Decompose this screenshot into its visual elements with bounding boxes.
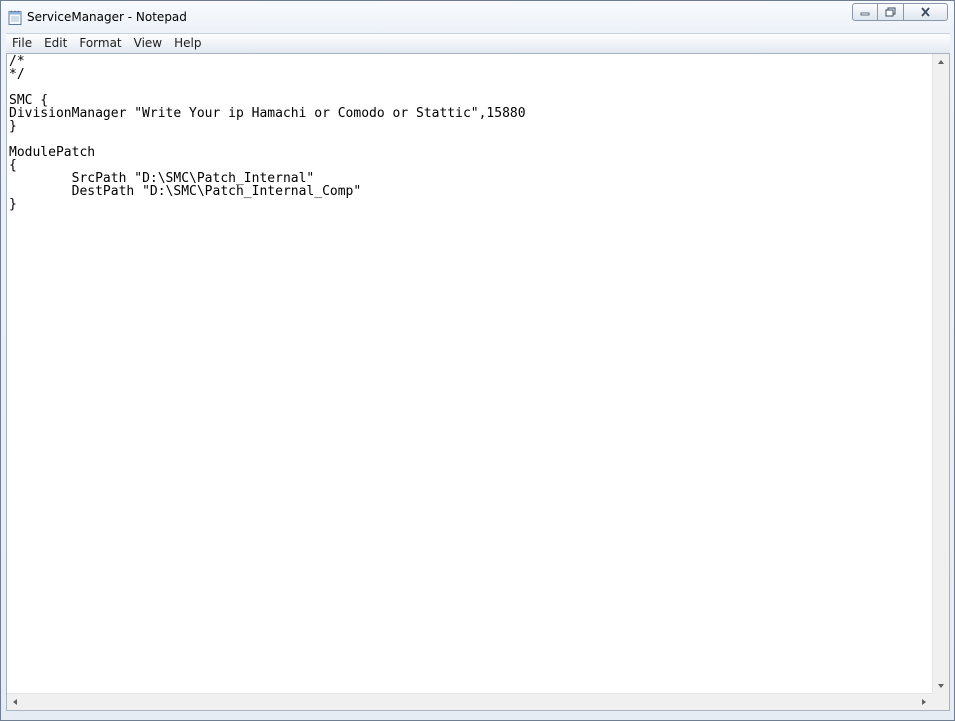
- text-editor[interactable]: /* */ SMC { DivisionManager "Write Your …: [6, 53, 950, 711]
- scroll-corner: [932, 693, 949, 710]
- horizontal-scrollbar[interactable]: [7, 693, 932, 710]
- document-content[interactable]: /* */ SMC { DivisionManager "Write Your …: [9, 55, 931, 211]
- menu-edit[interactable]: Edit: [38, 34, 73, 53]
- notepad-icon: [8, 10, 22, 25]
- caption-buttons: [852, 3, 948, 22]
- restore-button[interactable]: [878, 3, 904, 21]
- menu-format[interactable]: Format: [73, 34, 127, 53]
- menu-file[interactable]: File: [6, 34, 38, 53]
- scroll-up-icon[interactable]: [938, 60, 944, 64]
- vertical-scrollbar[interactable]: [932, 54, 949, 694]
- minimize-icon: [860, 12, 870, 16]
- scroll-left-icon[interactable]: [13, 699, 17, 705]
- scroll-down-icon[interactable]: [938, 684, 944, 688]
- minimize-button[interactable]: [852, 3, 878, 21]
- close-button[interactable]: [904, 3, 948, 21]
- menu-view[interactable]: View: [128, 34, 168, 53]
- scroll-right-icon[interactable]: [922, 699, 926, 705]
- window-title: ServiceManager - Notepad: [27, 10, 187, 24]
- close-icon: [921, 7, 930, 17]
- menu-bar: File Edit Format View Help: [6, 33, 950, 53]
- notepad-window: ServiceManager - Notepad File Edit Forma…: [0, 0, 955, 721]
- title-bar[interactable]: ServiceManager - Notepad: [1, 1, 954, 33]
- menu-help[interactable]: Help: [168, 34, 207, 53]
- text-area[interactable]: /* */ SMC { DivisionManager "Write Your …: [9, 55, 931, 693]
- restore-icon: [885, 7, 896, 17]
